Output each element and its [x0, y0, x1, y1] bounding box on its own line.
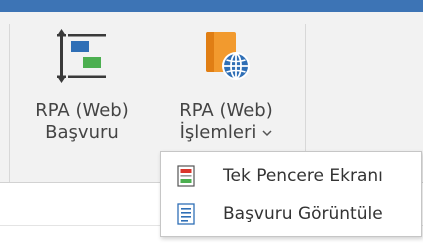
gantt-tasks-icon	[54, 28, 110, 84]
rpa-web-basvuru-label: RPA (Web) Başvuru	[35, 100, 129, 143]
rpa-web-islemleri-button[interactable]: RPA (Web) İşlemleri	[152, 24, 300, 154]
rpa-web-basvuru-button[interactable]: RPA (Web) Başvuru	[20, 24, 144, 154]
rpa-web-islemleri-dropdown-menu: Tek Pencere Ekranı Başvuru Görüntüle	[160, 151, 422, 237]
menu-item-tek-pencere-ekrani[interactable]: Tek Pencere Ekranı	[161, 158, 421, 194]
menu-item-label: Başvuru Görüntüle	[223, 204, 383, 224]
rpa-web-islemleri-label-line2: İşlemleri	[179, 122, 257, 143]
window-form-icon	[177, 165, 195, 187]
menu-item-basvuru-goruntule[interactable]: Başvuru Görüntüle	[161, 196, 421, 232]
document-lines-icon	[177, 203, 195, 225]
chevron-down-icon[interactable]	[262, 122, 272, 144]
web-document-globe-icon	[198, 28, 254, 84]
title-bar-strip	[0, 0, 423, 12]
ribbon-group-separator-left	[9, 24, 10, 184]
rpa-web-islemleri-label: RPA (Web) İşlemleri	[179, 100, 273, 144]
application-window: RPA (Web) Başvuru RPA (Web) İşlemleri Te…	[0, 0, 423, 243]
menu-item-label: Tek Pencere Ekranı	[223, 166, 383, 186]
